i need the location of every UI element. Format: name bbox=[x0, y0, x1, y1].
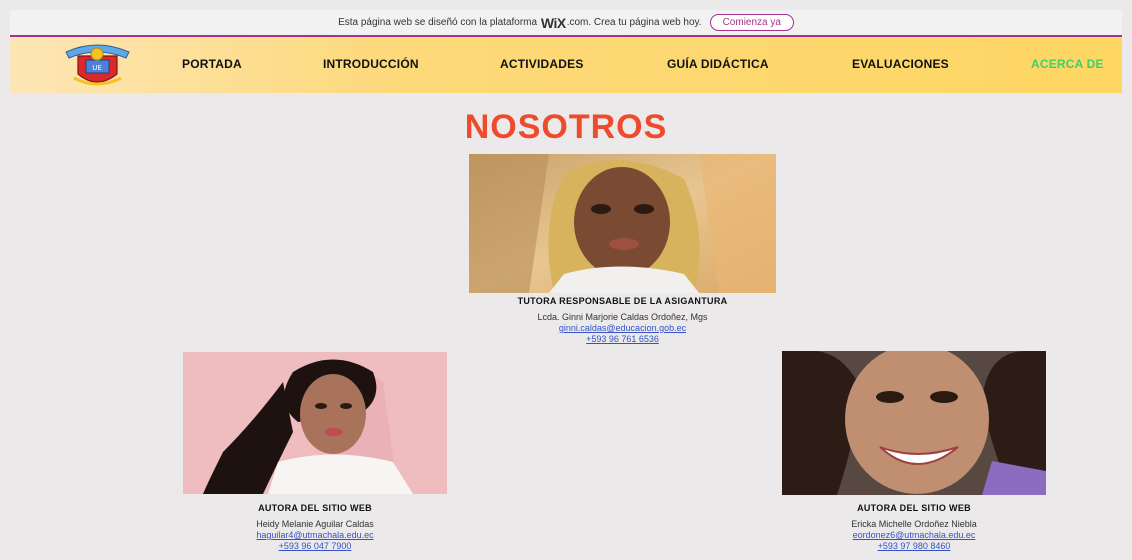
author1-name: Heidy Melanie Aguilar Caldas bbox=[256, 519, 374, 529]
tutor-email-link[interactable]: ginni.caldas@educacion.gob.ec bbox=[460, 323, 785, 334]
tutor-role: TUTORA RESPONSABLE DE LA ASIGANTURA bbox=[517, 296, 728, 306]
nav-acerca-de[interactable]: ACERCA DE bbox=[1031, 57, 1104, 71]
banner-text-after: .com. Crea tu página web hoy. bbox=[566, 17, 702, 28]
author1-photo bbox=[183, 352, 447, 494]
start-now-button[interactable]: Comienza ya bbox=[709, 14, 794, 31]
author2-phone-link[interactable]: +593 97 980 8460 bbox=[782, 541, 1046, 552]
author1-phone-link[interactable]: +593 96 047 7900 bbox=[183, 541, 447, 552]
tutor-photo bbox=[469, 154, 776, 293]
tutor-phone-link[interactable]: +593 96 761 6536 bbox=[460, 334, 785, 345]
nav-guia-didactica[interactable]: GUÍA DIDÁCTICA bbox=[667, 57, 769, 71]
author2-role: AUTORA DEL SITIO WEB bbox=[857, 503, 971, 513]
svg-text:UE: UE bbox=[92, 64, 102, 72]
tutor-card: TUTORA RESPONSABLE DE LA ASIGANTURA Lcda… bbox=[460, 296, 785, 345]
nav-portada[interactable]: PORTADA bbox=[182, 57, 242, 71]
page-title: NOSOTROS bbox=[464, 108, 668, 146]
nav-actividades[interactable]: ACTIVIDADES bbox=[500, 57, 584, 71]
author1-card: AUTORA DEL SITIO WEB Heidy Melanie Aguil… bbox=[183, 503, 447, 552]
nav-introduccion[interactable]: INTRODUCCIÓN bbox=[323, 57, 419, 71]
wix-banner: Esta página web se diseñó con la platafo… bbox=[10, 10, 1122, 37]
author1-role: AUTORA DEL SITIO WEB bbox=[258, 503, 372, 513]
author1-email-link[interactable]: haguilar4@utmachala.edu.ec bbox=[183, 530, 447, 541]
author2-card: AUTORA DEL SITIO WEB Ericka Michelle Ord… bbox=[782, 503, 1046, 552]
main-nav: UE PORTADA INTRODUCCIÓN ACTIVIDADES GUÍA… bbox=[10, 37, 1122, 93]
school-logo[interactable]: UE bbox=[60, 40, 135, 92]
author2-email-link[interactable]: eordonez6@utmachala.edu.ec bbox=[782, 530, 1046, 541]
nav-evaluaciones[interactable]: EVALUACIONES bbox=[852, 57, 949, 71]
banner-text: Esta página web se diseñó con la platafo… bbox=[338, 17, 538, 28]
tutor-name: Lcda. Ginni Marjorie Caldas Ordoñez, Mgs bbox=[537, 312, 708, 322]
author2-name: Ericka Michelle Ordoñez Niebla bbox=[851, 519, 977, 529]
wix-logo[interactable]: WiX bbox=[541, 15, 566, 31]
author2-photo bbox=[782, 351, 1046, 495]
